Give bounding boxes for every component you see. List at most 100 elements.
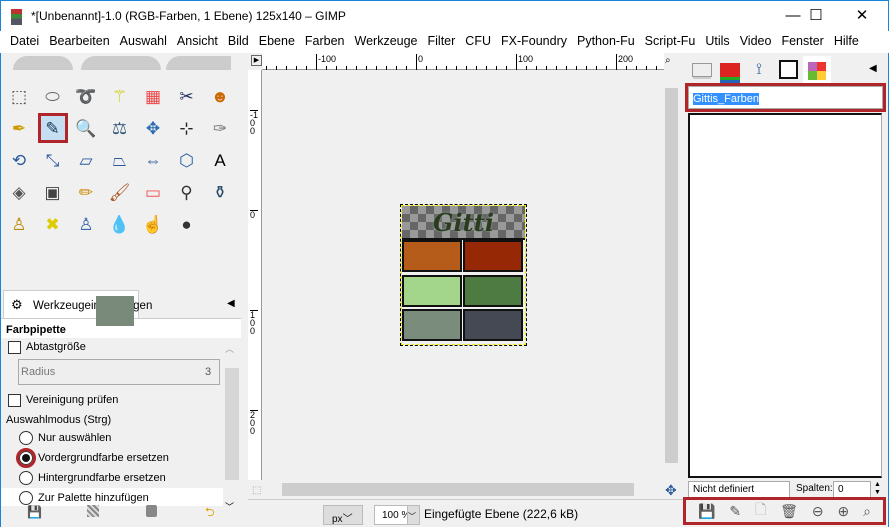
clone-tool-icon[interactable]: ♙ <box>6 211 32 237</box>
menu-werkzeuge[interactable]: Werkzeuge <box>351 31 424 53</box>
foreground-color[interactable] <box>96 296 134 326</box>
quick-mask-menu-icon[interactable]: ▶ <box>251 55 262 66</box>
window-title: *[Unbenannt]-1.0 (RGB-Farben, 1 Ebene) 1… <box>31 9 346 23</box>
scale-tool-icon[interactable]: ⤡ <box>40 147 66 173</box>
unit-select[interactable]: px﹀ <box>323 505 363 525</box>
palette-color-area[interactable] <box>688 113 882 478</box>
sample-size-checkbox[interactable] <box>8 341 21 354</box>
channels-tab-icon[interactable] <box>716 56 744 83</box>
save-options-icon[interactable]: 💾 <box>27 505 42 519</box>
menu-python-fu[interactable]: Python-Fu <box>573 31 641 53</box>
align-tool-icon[interactable]: ⊹ <box>174 115 200 141</box>
measure-tool-icon[interactable]: ⚖ <box>107 115 133 141</box>
fuzzy-select-tool-icon[interactable]: ⚚ <box>107 83 133 109</box>
radius-spinner[interactable]: Radius 3 <box>18 359 220 385</box>
pick-mode-option[interactable]: Vordergrundfarbe ersetzen <box>16 448 229 469</box>
horizontal-scrollbar[interactable] <box>262 482 664 497</box>
options-scrollbar[interactable]: ︿ ﹀ <box>223 338 241 506</box>
dodge-burn-tool-icon[interactable]: ● <box>174 211 200 237</box>
menu-script-fu[interactable]: Script-Fu <box>641 31 702 53</box>
airbrush-tool-icon[interactable]: ⚲ <box>174 179 200 205</box>
panel-menu-icon[interactable]: ◀ <box>227 298 235 309</box>
perspective-clone-tool-icon[interactable]: ♙ <box>73 211 99 237</box>
menu-farben[interactable]: Farben <box>301 31 351 53</box>
eraser-tool-icon[interactable]: ▭ <box>140 179 166 205</box>
heal-tool-icon[interactable]: ✖ <box>40 211 66 237</box>
palette-editor-tab-icon[interactable] <box>803 56 831 85</box>
delete-options-icon[interactable] <box>146 505 157 517</box>
menu-datei[interactable]: Datei <box>6 31 45 53</box>
zoom-out-icon[interactable]: ⊖ <box>812 503 824 520</box>
menu-cfu[interactable]: CFU <box>461 31 497 53</box>
panel-menu-icon[interactable]: ◀ <box>869 63 877 74</box>
undo-history-tab-icon[interactable] <box>774 56 802 83</box>
pick-mode-option[interactable]: Nur auswählen <box>19 431 229 449</box>
pencil-tool-icon[interactable]: ✏ <box>73 179 99 205</box>
layers-tab-icon[interactable] <box>688 56 716 83</box>
radio-button[interactable] <box>16 448 36 468</box>
reset-options-icon[interactable]: ⮌ <box>205 503 215 524</box>
zoom-dropdown-icon[interactable]: ﹀ <box>407 505 420 525</box>
new-color-icon[interactable]: 🗋 <box>755 499 766 523</box>
crop-tool-icon[interactable]: ✑ <box>207 115 233 141</box>
color-picker-tool-icon[interactable]: ✎ <box>37 113 68 143</box>
zoom-follow-icon[interactable]: ⌕ <box>665 55 671 66</box>
rotate-tool-icon[interactable]: ⟲ <box>6 147 32 173</box>
sample-merged-checkbox[interactable] <box>8 394 21 407</box>
foreground-select-tool-icon[interactable]: ☻ <box>207 83 233 109</box>
ink-tool-icon[interactable]: ⚱ <box>207 179 233 205</box>
menu-fx-foundry[interactable]: FX-Foundry <box>497 31 573 53</box>
menu-auswahl[interactable]: Auswahl <box>116 31 173 53</box>
radio-button[interactable] <box>19 471 33 485</box>
save-palette-icon[interactable]: 💾 <box>698 503 715 520</box>
quick-mask-toggle[interactable]: ⬚ <box>252 485 261 496</box>
tool-name: Farbpipette <box>6 324 66 336</box>
navigate-icon[interactable]: ✥ <box>665 482 677 499</box>
pick-mode-option[interactable]: Hintergrundfarbe ersetzen <box>19 471 229 489</box>
menu-video[interactable]: Video <box>736 31 778 53</box>
paintbrush-tool-icon[interactable]: 🖌 <box>107 179 133 205</box>
menu-ebene[interactable]: Ebene <box>255 31 301 53</box>
maximize-button[interactable]: ☐ <box>793 1 839 31</box>
rect-select-tool-icon[interactable]: ⬚ <box>6 83 32 109</box>
move-tool-icon[interactable]: ✥ <box>140 115 166 141</box>
menu-bearbeiten[interactable]: Bearbeiten <box>45 31 115 53</box>
blend-tool-icon[interactable]: ▣ <box>40 179 66 205</box>
bucket-fill-tool-icon[interactable]: ◈ <box>6 179 32 205</box>
pick-mode-option[interactable]: Zur Palette hinzufügen <box>19 491 229 506</box>
text-tool-icon[interactable]: A <box>207 147 233 173</box>
paths-tab-icon[interactable]: ⟟ <box>745 56 773 83</box>
ellipse-select-tool-icon[interactable]: ⬭ <box>40 83 66 109</box>
zoom-in-icon[interactable]: ⊕ <box>838 503 850 520</box>
cage-tool-icon[interactable]: ⬡ <box>174 147 200 173</box>
delete-color-icon[interactable]: 🗑 <box>780 503 798 520</box>
select-by-color-tool-icon[interactable]: ▦ <box>140 83 166 109</box>
menu-fenster[interactable]: Fenster <box>777 31 829 53</box>
shear-tool-icon[interactable]: ▱ <box>73 147 99 173</box>
menu-ansicht[interactable]: Ansicht <box>173 31 224 53</box>
palette-name-input[interactable]: Gittis_Farben <box>685 83 886 112</box>
smudge-tool-icon[interactable]: ☝ <box>140 211 166 237</box>
zoom-all-icon[interactable]: ⌕ <box>863 503 871 520</box>
lasso-tool-icon[interactable]: ➰ <box>73 83 99 109</box>
menu-hilfe[interactable]: Hilfe <box>830 31 865 53</box>
zoom-tool-icon[interactable]: 🔍 <box>73 115 99 141</box>
flip-tool-icon[interactable]: ⇔ <box>140 147 166 173</box>
perspective-tool-icon[interactable]: ⏢ <box>107 147 133 173</box>
vertical-scrollbar[interactable] <box>663 70 680 482</box>
radio-button[interactable] <box>19 431 33 445</box>
edit-color-icon[interactable]: ✎ <box>729 503 741 520</box>
close-button[interactable]: ✕ <box>839 1 885 31</box>
image-canvas[interactable]: Gitti <box>400 204 527 346</box>
columns-spinner[interactable]: 0 <box>833 481 871 498</box>
columns-spinner-arrows[interactable]: ▲ ▼ <box>874 481 881 497</box>
paths-tool-icon[interactable]: ✒ <box>6 115 32 141</box>
color-name-input[interactable]: Nicht definiert <box>688 481 790 498</box>
menu-filter[interactable]: Filter <box>424 31 462 53</box>
menu-bild[interactable]: Bild <box>224 31 255 53</box>
restore-options-icon[interactable] <box>87 505 99 517</box>
scissors-tool-icon[interactable]: ✂ <box>174 83 200 109</box>
radio-button[interactable] <box>19 491 33 505</box>
blur-tool-icon[interactable]: 💧 <box>107 211 133 237</box>
menu-utils[interactable]: Utils <box>701 31 735 53</box>
